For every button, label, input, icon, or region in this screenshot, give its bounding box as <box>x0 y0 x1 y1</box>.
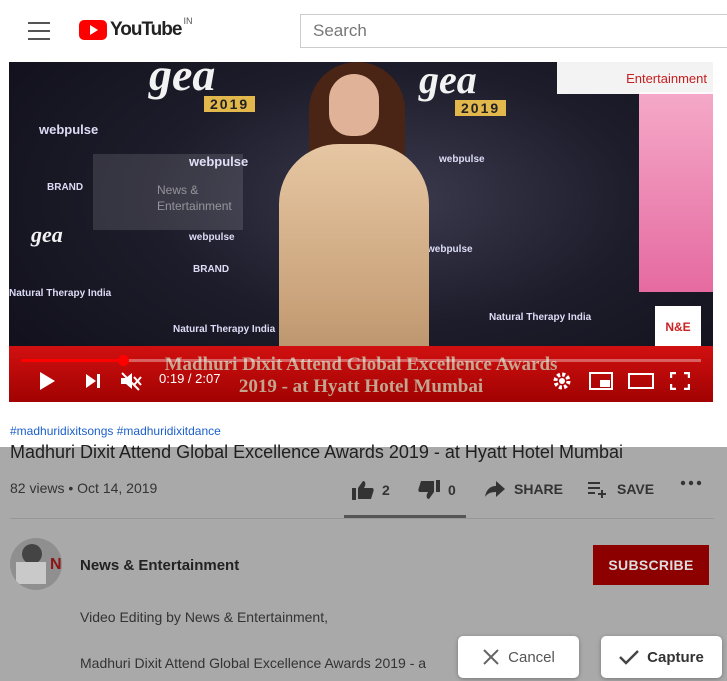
search-input[interactable]: Search <box>300 14 727 48</box>
overlay-brand: Entertainment <box>557 62 713 94</box>
time-display: 0:19 / 2:07 <box>159 371 221 386</box>
logo-text: YouTube <box>110 19 182 40</box>
wall-sponsor-1: webpulse <box>39 122 99 137</box>
dislike-count: 0 <box>448 482 456 498</box>
description-line-1: Video Editing by News & Entertainment, <box>80 609 328 625</box>
cancel-label: Cancel <box>508 648 555 666</box>
more-actions-button[interactable] <box>680 480 710 486</box>
wall-brand-1: BRAND <box>47 182 84 193</box>
wall-therapy-1: Natural Therapy India <box>9 288 112 299</box>
region-label: IN <box>183 16 193 26</box>
top-area: YouTube IN Search gea 2019 gea 2019 gea … <box>0 0 727 447</box>
wall-sponsor-4: webpulse <box>439 154 485 165</box>
video-title: Madhuri Dixit Attend Global Excellence A… <box>10 442 623 462</box>
corner-mark: N&E <box>655 306 701 348</box>
masthead: YouTube IN Search <box>0 0 727 62</box>
checkmark-icon <box>619 650 640 665</box>
microphone-icon <box>22 544 42 564</box>
channel-avatar[interactable]: N <box>10 538 62 590</box>
like-count: 2 <box>382 482 390 498</box>
volume-muted-icon <box>121 372 142 391</box>
progress-scrubber[interactable] <box>118 355 129 366</box>
next-icon <box>86 374 100 388</box>
wall-therapy-3: Natural Therapy India <box>489 312 592 323</box>
more-horizontal-icon <box>680 480 702 486</box>
dislike-button[interactable]: 0 <box>418 480 456 500</box>
fullscreen-icon <box>670 372 690 390</box>
capture-label: Capture <box>647 648 704 666</box>
save-button[interactable]: SAVE <box>587 480 654 498</box>
background-person <box>639 92 713 292</box>
cancel-button[interactable]: Cancel <box>458 636 579 678</box>
share-label: SHARE <box>514 481 564 497</box>
share-icon <box>485 481 505 497</box>
mute-button[interactable] <box>117 366 145 396</box>
theater-icon <box>628 373 654 389</box>
close-icon <box>483 649 499 665</box>
subscribe-button[interactable]: SUBSCRIBE <box>593 545 709 585</box>
thumbs-down-icon <box>418 480 440 499</box>
capture-button[interactable]: Capture <box>601 636 722 678</box>
wall-year-badge: 2019 <box>204 96 256 112</box>
wall-sponsor-3: webpulse <box>189 232 235 243</box>
youtube-logo[interactable]: YouTube IN <box>79 16 193 41</box>
hashtag-links[interactable]: #madhuridixitsongs #madhuridixitdance <box>10 424 221 438</box>
view-date-meta: 82 views • Oct 14, 2019 <box>10 480 158 496</box>
video-player[interactable]: gea 2019 gea 2019 gea webpulse webpulse … <box>9 62 713 402</box>
wall-therapy-2: Natural Therapy India <box>173 324 276 335</box>
play-button[interactable] <box>35 366 59 396</box>
next-button[interactable] <box>81 366 105 396</box>
hamburger-menu-icon[interactable] <box>28 22 50 40</box>
wall-gea-text-3: gea <box>31 222 63 247</box>
play-icon <box>40 372 55 390</box>
miniplayer-icon <box>589 372 613 390</box>
fullscreen-button[interactable] <box>667 366 693 396</box>
miniplayer-button[interactable] <box>587 366 615 396</box>
thumbs-up-icon <box>352 481 374 500</box>
like-button[interactable]: 2 <box>352 480 390 500</box>
settings-button[interactable] <box>550 366 574 396</box>
playlist-add-icon <box>588 482 606 498</box>
channel-name[interactable]: News & Entertainment <box>80 557 239 574</box>
progress-fill <box>21 359 123 362</box>
save-label: SAVE <box>617 481 655 497</box>
share-button[interactable]: SHARE <box>484 480 563 498</box>
theater-mode-button[interactable] <box>626 366 656 396</box>
divider <box>10 518 714 519</box>
wall-year-badge-2: 2019 <box>455 100 507 116</box>
channel-watermark: News & Entertainment <box>93 154 243 230</box>
youtube-play-icon <box>79 20 107 40</box>
progress-bar[interactable] <box>21 355 701 366</box>
gear-icon <box>553 372 571 390</box>
wall-brand-2: BRAND <box>193 264 230 275</box>
